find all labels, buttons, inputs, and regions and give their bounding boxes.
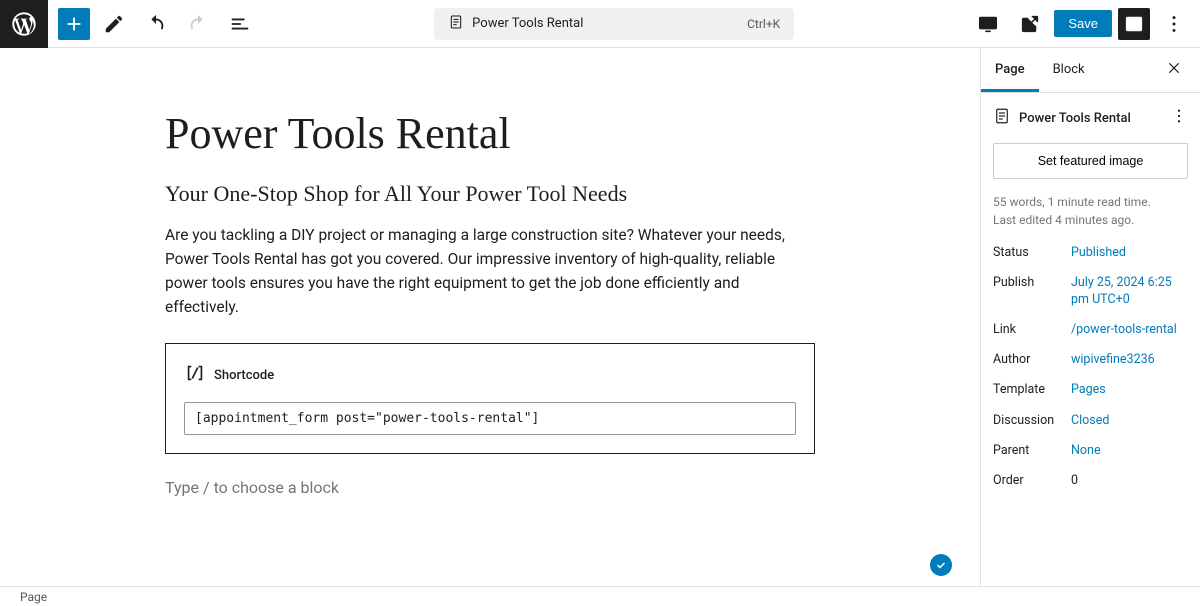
tab-block[interactable]: Block [1039, 48, 1099, 92]
redo-button[interactable] [180, 6, 216, 42]
topbar: Power Tools Rental Ctrl+K Save [0, 0, 1200, 48]
document-pill[interactable]: Power Tools Rental Ctrl+K [434, 8, 794, 40]
undo-button[interactable] [138, 6, 174, 42]
settings-sidebar: Page Block Power Tools Rental Set featur… [980, 48, 1200, 586]
row-publish: PublishJuly 25, 2024 6:25 pm UTC+0 [993, 275, 1188, 308]
page-actions-button[interactable] [1170, 107, 1188, 129]
discussion-value[interactable]: Closed [1071, 413, 1188, 429]
tab-page[interactable]: Page [981, 48, 1039, 92]
tools-button[interactable] [96, 6, 132, 42]
document-title: Power Tools Rental [472, 16, 583, 31]
author-value[interactable]: wipivefine3236 [1071, 352, 1188, 368]
page-title[interactable]: Power Tools Rental [165, 108, 815, 159]
close-sidebar-button[interactable] [1156, 50, 1192, 90]
page-icon [993, 107, 1011, 129]
row-discussion: DiscussionClosed [993, 413, 1188, 429]
status-value[interactable]: Published [1071, 245, 1188, 261]
save-button[interactable]: Save [1054, 10, 1112, 37]
template-value[interactable]: Pages [1071, 382, 1188, 398]
sidebar-doc-title: Power Tools Rental [1019, 111, 1131, 126]
breadcrumb-item[interactable]: Page [20, 590, 47, 604]
saved-indicator-icon [930, 554, 952, 576]
add-block-button[interactable] [58, 8, 90, 40]
row-status: StatusPublished [993, 245, 1188, 261]
link-value[interactable]: /power-tools-rental [1071, 322, 1188, 338]
row-parent: ParentNone [993, 443, 1188, 459]
external-link-button[interactable] [1012, 6, 1048, 42]
row-author: Authorwipivefine3236 [993, 352, 1188, 368]
page-paragraph[interactable]: Are you tackling a DIY project or managi… [165, 223, 815, 319]
shortcode-input[interactable]: [appointment_form post="power-tools-rent… [184, 402, 796, 435]
page-subtitle[interactable]: Your One-Stop Shop for All Your Power To… [165, 181, 815, 207]
row-template: TemplatePages [993, 382, 1188, 398]
document-overview-button[interactable] [222, 6, 258, 42]
meta-summary: 55 words, 1 minute read time. Last edite… [993, 193, 1188, 229]
block-appender[interactable]: Type / to choose a block [165, 478, 815, 497]
last-edited: Last edited 4 minutes ago. [993, 211, 1188, 229]
shortcode-icon [184, 362, 206, 388]
settings-sidebar-toggle[interactable] [1118, 8, 1150, 40]
word-count: 55 words, 1 minute read time. [993, 193, 1188, 211]
row-link: Link/power-tools-rental [993, 322, 1188, 338]
set-featured-image-button[interactable]: Set featured image [993, 143, 1188, 179]
shortcut-hint: Ctrl+K [747, 17, 780, 31]
options-button[interactable] [1156, 6, 1192, 42]
editor-canvas[interactable]: Power Tools Rental Your One-Stop Shop fo… [0, 48, 980, 586]
sidebar-tabs: Page Block [981, 48, 1200, 93]
view-button[interactable] [970, 6, 1006, 42]
shortcode-block[interactable]: Shortcode [appointment_form post="power-… [165, 343, 815, 454]
parent-value[interactable]: None [1071, 443, 1188, 459]
wordpress-logo[interactable] [0, 0, 48, 48]
order-value: 0 [1071, 473, 1188, 489]
footer-breadcrumb: Page [0, 586, 1200, 606]
page-icon [448, 14, 464, 34]
row-order: Order0 [993, 473, 1188, 489]
shortcode-label: Shortcode [214, 368, 274, 383]
publish-value[interactable]: July 25, 2024 6:25 pm UTC+0 [1071, 275, 1188, 308]
